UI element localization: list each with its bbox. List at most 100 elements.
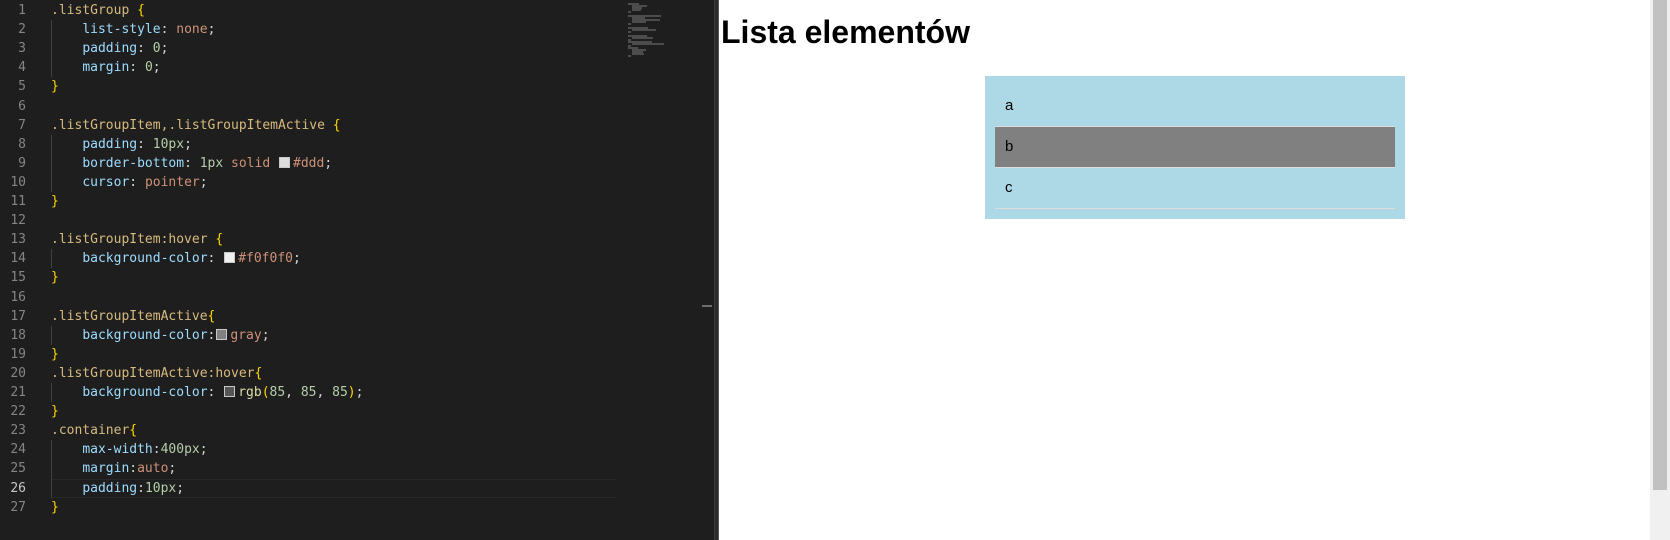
code-line[interactable]: .listGroupItemActive:hover{ — [51, 364, 262, 383]
code-line[interactable]: } — [51, 192, 59, 211]
code-token: rgb — [238, 385, 262, 400]
indent-guide — [51, 325, 52, 345]
color-swatch-icon[interactable] — [224, 386, 236, 397]
code-editor-pane[interactable]: 1 2 3 4 5 6 7 8 9 10 11 12 13 14 15 16 17 18 19 20 21 22 23 24 2… — [0, 0, 714, 540]
list-container: abc — [985, 76, 1405, 219]
code-token: : — [207, 327, 216, 343]
line-number: 9 — [18, 155, 26, 171]
code-token: padding — [82, 136, 138, 152]
code-token: margin — [82, 60, 130, 76]
line-number: 15 — [10, 270, 26, 286]
minimap-line — [628, 55, 631, 57]
code-line[interactable]: } — [51, 498, 59, 517]
code-line[interactable]: padding: 0; — [51, 39, 168, 58]
code-token: : — [129, 174, 145, 190]
code-token: gray — [230, 327, 262, 343]
line-number: 22 — [10, 404, 26, 420]
code-token: 0 — [152, 41, 161, 57]
code-line[interactable]: list-style: none; — [51, 20, 215, 39]
line-number: 20 — [10, 365, 26, 381]
code-token: { — [332, 117, 341, 133]
list-item-active[interactable]: b — [995, 127, 1395, 168]
indent-guide — [51, 249, 52, 269]
code-token: .listGroupItem,.listGroupItemActive — [51, 117, 333, 133]
code-line[interactable]: } — [51, 345, 59, 364]
code-token: ; — [168, 461, 177, 477]
code-line[interactable]: .listGroup { — [51, 1, 145, 20]
code-line[interactable]: padding: 10px; — [51, 135, 192, 154]
code-line[interactable]: } — [51, 402, 59, 421]
code-token: ; — [160, 41, 169, 57]
preview-scrollbar[interactable] — [1650, 0, 1670, 540]
code-token: } — [51, 404, 59, 420]
code-token: : — [160, 22, 177, 38]
color-swatch-icon[interactable] — [279, 156, 290, 168]
minimap-line — [628, 31, 631, 33]
list-item[interactable]: c — [995, 168, 1395, 209]
line-number: 10 — [10, 174, 26, 190]
color-swatch-icon[interactable] — [224, 252, 236, 264]
code-token: ; — [355, 385, 364, 400]
code-token: : — [152, 442, 161, 458]
line-number: 17 — [10, 308, 26, 324]
code-line[interactable]: } — [51, 77, 59, 96]
minimap-line — [628, 11, 631, 13]
line-number: 19 — [10, 346, 26, 362]
code-token: ; — [176, 480, 185, 496]
code-text-area[interactable]: .listGroup { list-style: none; padding: … — [51, 0, 621, 540]
code-line[interactable]: .listGroupItemActive{ — [51, 307, 215, 326]
code-token: margin — [82, 461, 130, 477]
line-number: 12 — [10, 213, 26, 229]
line-number: 14 — [10, 251, 26, 267]
list-item[interactable]: a — [995, 86, 1395, 127]
line-number: 4 — [18, 60, 26, 76]
code-line[interactable]: margin: 0; — [51, 58, 160, 77]
code-token: { — [254, 365, 263, 381]
code-token: 400px — [160, 442, 200, 458]
code-line[interactable]: .container{ — [51, 421, 137, 440]
code-token: ) — [347, 385, 356, 400]
code-line[interactable]: margin:auto; — [51, 459, 176, 478]
code-line[interactable]: cursor: pointer; — [51, 173, 208, 192]
code-token: .listGroupItemActive — [51, 308, 208, 324]
code-token: { — [129, 423, 138, 439]
code-token: { — [215, 232, 224, 248]
code-line[interactable]: } — [51, 268, 59, 287]
line-number: 5 — [18, 79, 26, 95]
code-line[interactable]: border-bottom: 1px solid #ddd; — [51, 154, 332, 173]
code-token: : — [137, 41, 153, 57]
code-token: : — [207, 251, 224, 267]
code-line[interactable]: .listGroupItem:hover { — [51, 230, 223, 249]
code-token: ; — [184, 136, 192, 152]
code-token: #ddd — [293, 155, 325, 171]
code-token: 10px — [152, 136, 185, 152]
editor-scrollbar[interactable] — [700, 0, 714, 540]
code-token: } — [51, 346, 59, 362]
code-line[interactable]: padding:10px; — [51, 479, 184, 498]
code-token: 85 — [300, 385, 317, 400]
code-line[interactable]: background-color: rgb(85, 85, 85); — [51, 383, 363, 402]
code-token: background-color — [82, 385, 208, 400]
color-swatch-icon[interactable] — [216, 328, 228, 340]
code-token: padding — [82, 41, 138, 57]
editor-minimap[interactable] — [623, 0, 703, 540]
code-token: : — [129, 60, 145, 76]
code-line[interactable]: max-width:400px; — [51, 440, 207, 459]
code-token: ; — [199, 174, 208, 190]
code-line[interactable]: background-color: #f0f0f0; — [51, 249, 301, 268]
code-token: } — [51, 79, 59, 95]
code-token: : — [207, 385, 224, 400]
code-token: 1px — [199, 155, 224, 171]
minimap-line — [632, 29, 657, 31]
code-line[interactable]: background-color: gray; — [51, 326, 269, 345]
preview-scrollbar-thumb[interactable] — [1653, 0, 1667, 490]
code-token: background-color — [82, 327, 208, 343]
code-line[interactable]: .listGroupItem,.listGroupItemActive { — [51, 116, 341, 135]
minimap-line — [632, 37, 653, 39]
